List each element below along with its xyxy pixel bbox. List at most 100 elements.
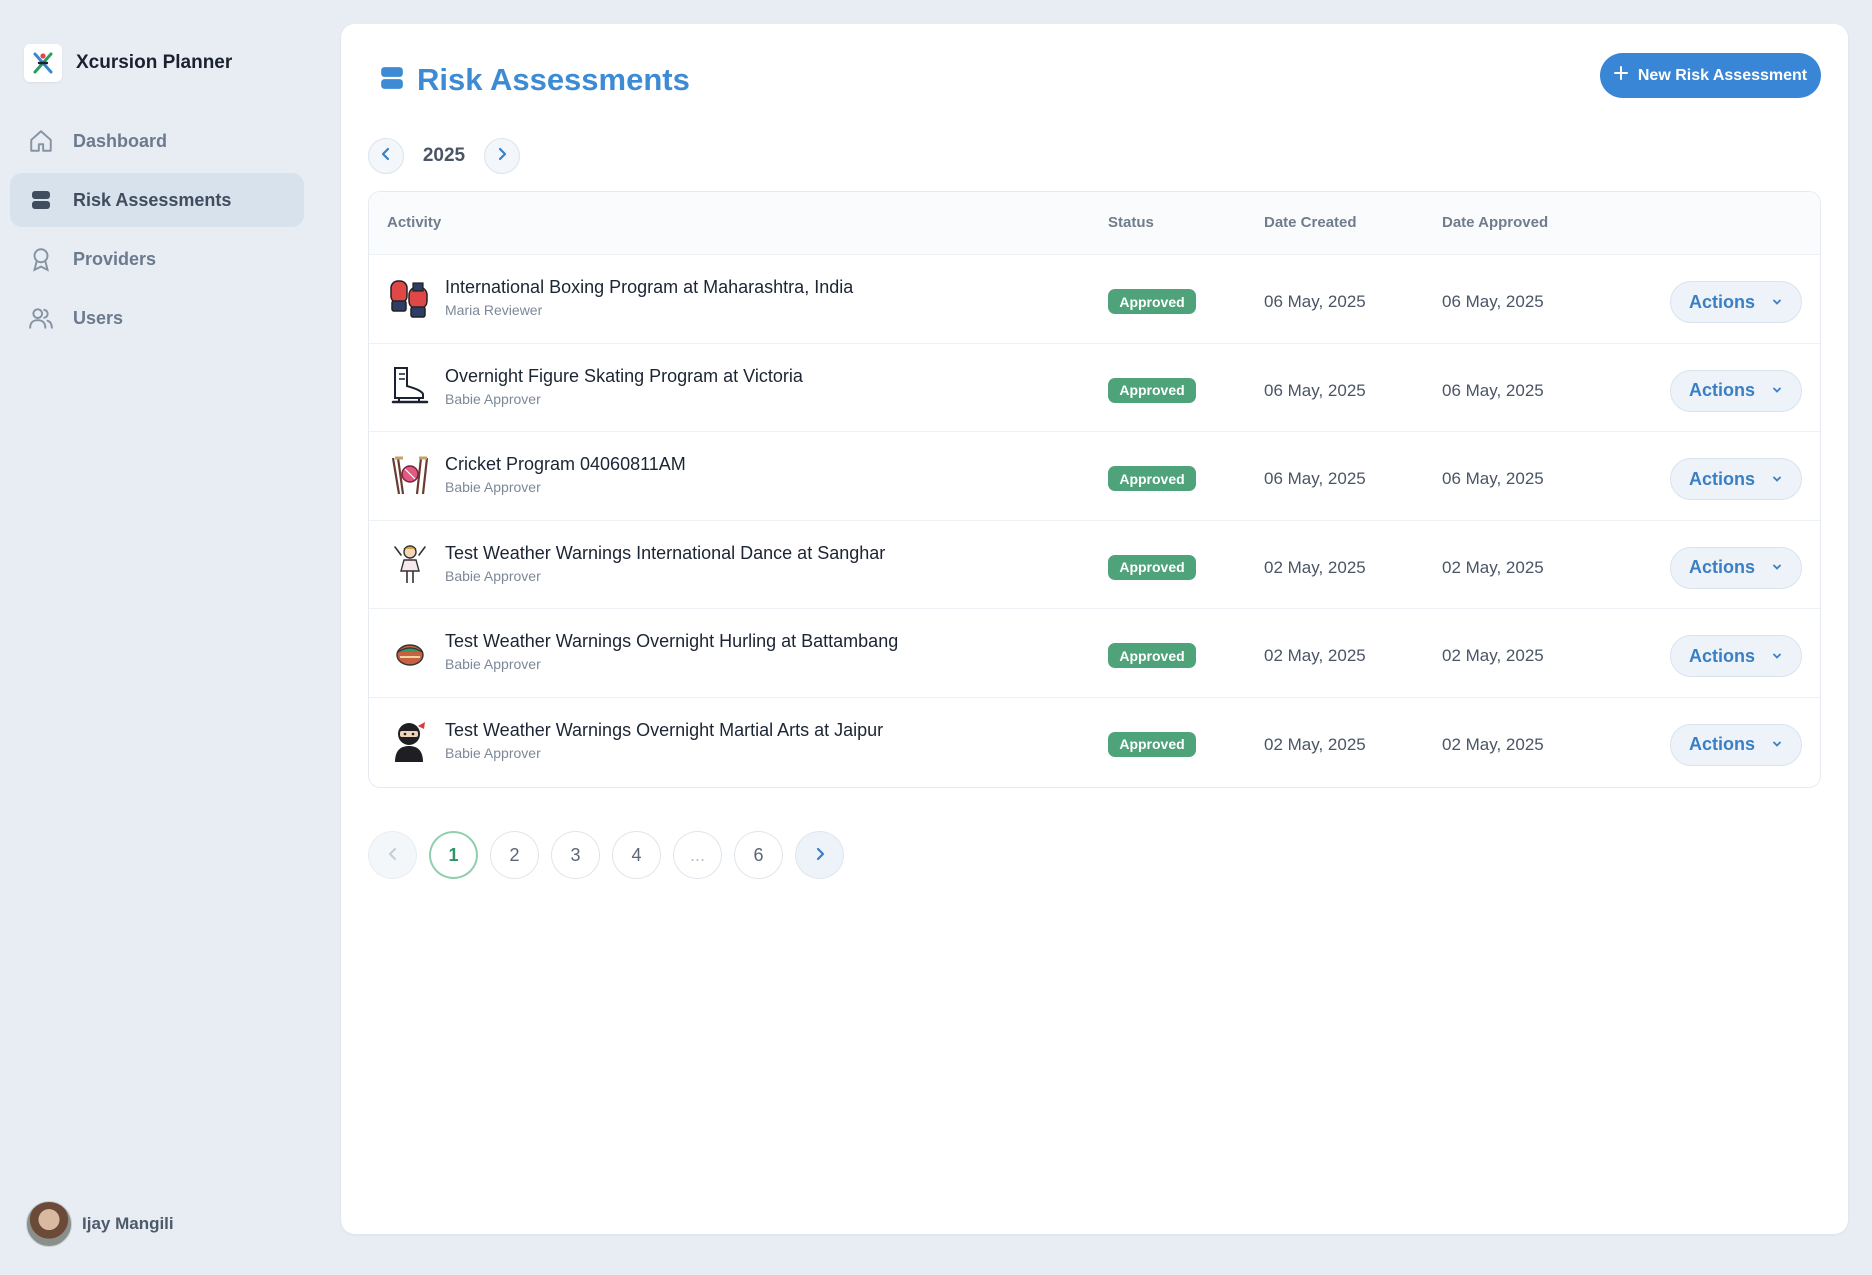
- previous-page-button[interactable]: [368, 831, 417, 879]
- page-ellipsis: ...: [673, 831, 722, 879]
- activity-author: Babie Approver: [445, 390, 541, 407]
- sidebar-item-label: Users: [73, 307, 124, 328]
- actions-label: Actions: [1688, 468, 1755, 489]
- status-badge: Approved: [1108, 643, 1196, 669]
- table-row[interactable]: International Boxing Program at Maharash…: [369, 255, 1820, 344]
- next-page-button[interactable]: [795, 831, 844, 879]
- sidebar-item-label: Providers: [73, 248, 157, 269]
- table-row[interactable]: Test Weather Warnings Overnight Martial …: [369, 698, 1820, 787]
- chevron-down-icon: [1771, 734, 1783, 755]
- activity-cell: Test Weather Warnings International Danc…: [387, 541, 885, 587]
- activity-cell: International Boxing Program at Maharash…: [387, 275, 853, 321]
- actions-label: Actions: [1688, 645, 1755, 666]
- chevron-down-icon: [1771, 380, 1783, 401]
- dancer-icon: [387, 541, 433, 587]
- user-name: Ijay Mangili: [82, 1214, 174, 1233]
- page-header: Risk Assessments: [379, 58, 690, 102]
- activity-text: Cricket Program 04060811AM Babie Approve…: [445, 452, 686, 498]
- user-profile[interactable]: Ijay Mangili: [26, 1201, 174, 1247]
- activity-author: Maria Reviewer: [445, 302, 543, 318]
- ice-skate-icon: [387, 364, 433, 410]
- app-title: Xcursion Planner: [76, 52, 233, 73]
- stack-icon: [27, 186, 55, 214]
- providers-icon: [27, 245, 55, 273]
- sidebar-nav: Dashboard Risk Assessments Providers Use…: [10, 114, 304, 350]
- sidebar-item-label: Risk Assessments: [73, 189, 232, 210]
- page-button-3[interactable]: 3: [551, 831, 600, 879]
- table-row[interactable]: Overnight Figure Skating Program at Vict…: [369, 344, 1820, 433]
- brand[interactable]: Xcursion Planner: [24, 44, 232, 82]
- chevron-right-icon: [495, 147, 509, 166]
- page-button-2[interactable]: 2: [490, 831, 539, 879]
- table-row[interactable]: Test Weather Warnings Overnight Hurling …: [369, 609, 1820, 698]
- chevron-right-icon: [813, 845, 827, 866]
- column-header-status[interactable]: Status: [1108, 214, 1154, 231]
- activity-text: Test Weather Warnings Overnight Martial …: [445, 718, 883, 764]
- date-created: 06 May, 2025: [1264, 292, 1366, 311]
- date-approved: 02 May, 2025: [1442, 557, 1544, 577]
- new-risk-assessment-button[interactable]: New Risk Assessment: [1600, 53, 1821, 98]
- previous-year-button[interactable]: [368, 138, 404, 174]
- activity-author: Babie Approver: [445, 479, 541, 496]
- column-header-date-approved[interactable]: Date Approved: [1442, 214, 1548, 231]
- avatar: [26, 1201, 72, 1247]
- date-created: 02 May, 2025: [1264, 557, 1366, 577]
- page-button-6[interactable]: 6: [734, 831, 783, 879]
- sidebar-item-providers[interactable]: Providers: [10, 232, 304, 286]
- status-badge: Approved: [1108, 289, 1196, 314]
- activity-author: Babie Approver: [445, 567, 541, 584]
- activity-title[interactable]: Test Weather Warnings International Danc…: [445, 543, 885, 564]
- actions-button[interactable]: Actions: [1670, 369, 1802, 412]
- next-year-button[interactable]: [484, 138, 520, 174]
- actions-button[interactable]: Actions: [1670, 635, 1802, 678]
- actions-label: Actions: [1688, 380, 1755, 401]
- date-created: 06 May, 2025: [1264, 469, 1366, 489]
- ninja-icon: [387, 718, 433, 764]
- chevron-down-icon: [1771, 292, 1783, 313]
- sidebar: Xcursion Planner Dashboard Risk Assessme…: [0, 0, 340, 1275]
- activity-title[interactable]: Test Weather Warnings Overnight Martial …: [445, 720, 883, 741]
- actions-button[interactable]: Actions: [1670, 458, 1802, 501]
- activity-title[interactable]: Overnight Figure Skating Program at Vict…: [445, 366, 803, 387]
- users-icon: [27, 304, 55, 332]
- table-header: Activity Status Date Created Date Approv…: [369, 192, 1820, 255]
- sidebar-item-users[interactable]: Users: [10, 291, 304, 345]
- activity-text: Overnight Figure Skating Program at Vict…: [445, 364, 803, 410]
- new-button-label: New Risk Assessment: [1637, 66, 1808, 84]
- activity-title[interactable]: Cricket Program 04060811AM: [445, 454, 686, 475]
- chevron-left-icon: [379, 147, 393, 166]
- date-created: 02 May, 2025: [1264, 646, 1366, 666]
- date-approved: 06 May, 2025: [1442, 292, 1544, 311]
- home-icon: [27, 127, 55, 155]
- sidebar-item-dashboard[interactable]: Dashboard: [10, 114, 304, 168]
- date-approved: 02 May, 2025: [1442, 646, 1544, 666]
- risk-assessments-table: Activity Status Date Created Date Approv…: [368, 191, 1821, 788]
- chevron-down-icon: [1771, 469, 1783, 490]
- page-button-1[interactable]: 1: [429, 831, 478, 879]
- column-header-date-created[interactable]: Date Created: [1264, 214, 1357, 231]
- activity-title[interactable]: Test Weather Warnings Overnight Hurling …: [445, 631, 898, 652]
- actions-button[interactable]: Actions: [1670, 546, 1802, 589]
- actions-label: Actions: [1688, 734, 1755, 755]
- chevron-down-icon: [1771, 557, 1783, 578]
- activity-title[interactable]: International Boxing Program at Maharash…: [445, 277, 853, 298]
- column-header-activity[interactable]: Activity: [387, 214, 441, 231]
- sidebar-item-label: Dashboard: [73, 130, 168, 151]
- year-filter: 2025: [368, 137, 520, 175]
- table-row[interactable]: Test Weather Warnings International Danc…: [369, 521, 1820, 610]
- pagination: 1 2 3 4 ... 6: [368, 831, 844, 879]
- page-button-4[interactable]: 4: [612, 831, 661, 879]
- page-title: Risk Assessments: [417, 62, 690, 97]
- activity-cell: Test Weather Warnings Overnight Hurling …: [387, 629, 898, 675]
- actions-label: Actions: [1688, 291, 1755, 312]
- status-badge: Approved: [1108, 731, 1196, 757]
- actions-button[interactable]: Actions: [1670, 723, 1802, 766]
- sidebar-item-risk-assessments[interactable]: Risk Assessments: [10, 173, 304, 227]
- activity-cell: Cricket Program 04060811AM Babie Approve…: [387, 452, 686, 498]
- table-row[interactable]: Cricket Program 04060811AM Babie Approve…: [369, 432, 1820, 521]
- activity-author: Babie Approver: [445, 656, 541, 673]
- activity-cell: Overnight Figure Skating Program at Vict…: [387, 364, 803, 410]
- date-approved: 06 May, 2025: [1442, 380, 1544, 400]
- actions-button[interactable]: Actions: [1670, 281, 1802, 323]
- status-badge: Approved: [1108, 554, 1196, 580]
